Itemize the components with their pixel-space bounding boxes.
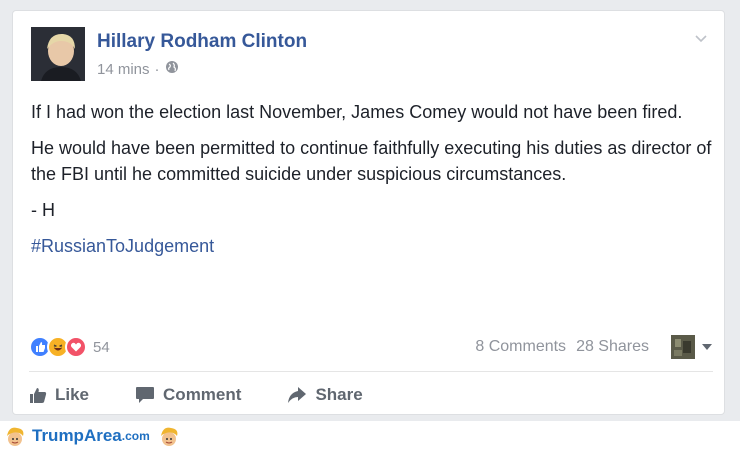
post-body: If I had won the election last November,… <box>31 99 715 269</box>
post-hashtag-link[interactable]: #RussianToJudgement <box>31 233 715 259</box>
dropdown-caret-icon[interactable] <box>701 338 713 356</box>
post-card: Hillary Rodham Clinton 14 mins · If I ha… <box>12 10 725 415</box>
comment-button[interactable]: Comment <box>135 385 241 405</box>
watermark-footer: TrumpArea .com <box>0 421 740 451</box>
author-avatar[interactable] <box>31 27 85 81</box>
shares-count-link[interactable]: 28 Shares <box>576 338 649 356</box>
like-label: Like <box>55 385 90 404</box>
logo-text: TrumpArea <box>32 426 122 445</box>
logo-suffix: .com <box>121 429 150 443</box>
comments-count-link[interactable]: 8 Comments <box>475 338 566 356</box>
cartoon-head-icon <box>160 427 178 446</box>
engagement-counts: 8 Comments 28 Shares <box>475 335 713 359</box>
cartoon-head-icon <box>7 427 24 446</box>
share-button[interactable]: Share <box>287 385 363 405</box>
post-signature: - H <box>31 200 55 220</box>
author-name[interactable]: Hillary Rodham Clinton <box>97 31 307 53</box>
actions-divider <box>29 371 713 372</box>
share-label: Share <box>315 385 363 404</box>
post-actions-bar: Like Comment Share <box>29 381 409 409</box>
comment-bubble-icon <box>136 387 155 403</box>
meta-separator: · <box>154 60 160 78</box>
commenter-avatar[interactable] <box>671 335 695 359</box>
post-meta: 14 mins · <box>97 60 179 78</box>
thumbs-up-icon <box>30 388 47 403</box>
post-options-chevron-icon[interactable] <box>694 31 708 45</box>
post-stats: 54 8 Comments 28 Shares <box>29 333 713 361</box>
post-timestamp[interactable]: 14 mins <box>97 61 150 78</box>
love-reaction-icon <box>65 336 87 358</box>
share-arrow-icon <box>288 387 307 403</box>
reactions-summary[interactable]: 54 <box>29 336 110 358</box>
trumparea-logo[interactable]: TrumpArea .com <box>4 425 180 447</box>
globe-icon <box>165 60 179 78</box>
post-paragraph: If I had won the election last November,… <box>31 102 683 122</box>
reaction-count: 54 <box>93 338 110 356</box>
like-button[interactable]: Like <box>29 385 89 405</box>
comment-label: Comment <box>163 385 242 404</box>
post-paragraph: He would have been permitted to continue… <box>31 138 712 184</box>
